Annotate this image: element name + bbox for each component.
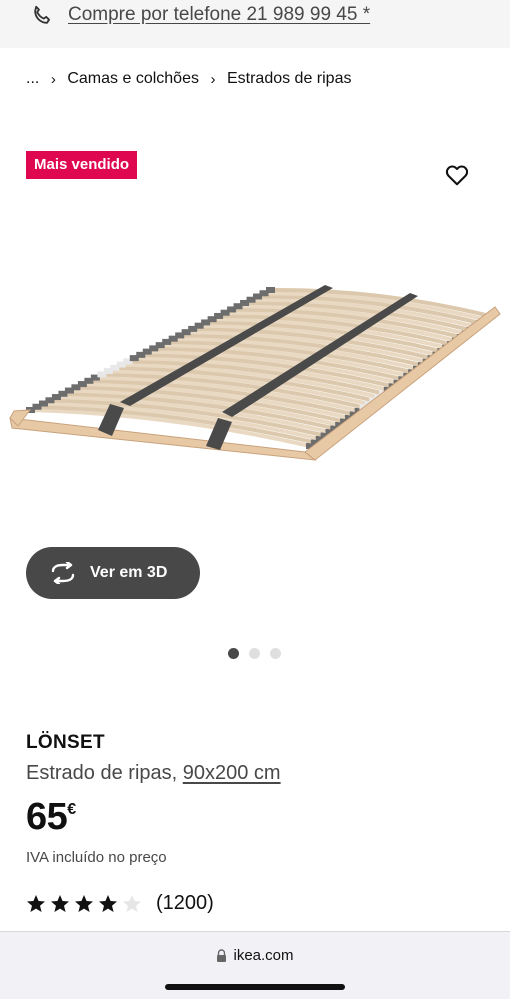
breadcrumb-item-beds[interactable]: Camas e colchões (67, 70, 199, 88)
product-type: Estrado de ripas, (26, 762, 183, 784)
price-amount: 65 (26, 796, 68, 838)
review-count: (1200) (156, 892, 214, 914)
heart-icon[interactable] (444, 162, 470, 188)
vat-note: IVA incluído no preço (26, 849, 167, 866)
lock-icon (217, 949, 227, 962)
url-field[interactable]: ikea.com (0, 947, 510, 964)
breadcrumb-ellipsis[interactable]: ... (26, 70, 39, 88)
carousel-dots (228, 648, 281, 659)
rating-stars (26, 894, 142, 913)
star-filled-icon (51, 895, 69, 912)
phone-icon (34, 5, 50, 24)
best-seller-badge: Mais vendido (26, 151, 138, 179)
product-size-link[interactable]: 90x200 cm (183, 762, 281, 784)
chevron-right-icon: › (50, 70, 56, 88)
star-filled-icon (75, 895, 93, 912)
url-text: ikea.com (233, 947, 294, 964)
product-rating[interactable]: (1200) (26, 892, 214, 915)
product-name: LÖNSET (26, 732, 105, 753)
carousel-dot[interactable] (270, 648, 281, 659)
breadcrumb-item-slatted-bases[interactable]: Estrados de ripas (227, 70, 352, 88)
product-image[interactable] (0, 270, 510, 480)
breadcrumb: ... › Camas e colchões › Estrados de rip… (26, 68, 351, 90)
product-price: 65€ (26, 796, 76, 839)
view-3d-button[interactable]: Ver em 3D (26, 547, 200, 599)
carousel-dot[interactable] (249, 648, 260, 659)
chevron-right-icon: › (210, 70, 216, 88)
rotate-3d-icon (51, 562, 75, 584)
home-indicator[interactable] (165, 984, 345, 990)
phone-order-link[interactable]: Compre por telefone 21 989 99 45 * (68, 4, 370, 26)
carousel-dot[interactable] (228, 648, 239, 659)
slat-holder (266, 287, 275, 293)
star-filled-icon (99, 895, 117, 912)
star-empty-icon (123, 895, 141, 912)
view-3d-label: Ver em 3D (90, 564, 168, 581)
price-currency: € (67, 801, 77, 818)
phone-bar: Compre por telefone 21 989 99 45 * (0, 0, 510, 48)
star-filled-icon (27, 895, 45, 912)
product-description: Estrado de ripas, 90x200 cm (26, 762, 281, 785)
browser-url-bar: ikea.com (0, 931, 510, 999)
